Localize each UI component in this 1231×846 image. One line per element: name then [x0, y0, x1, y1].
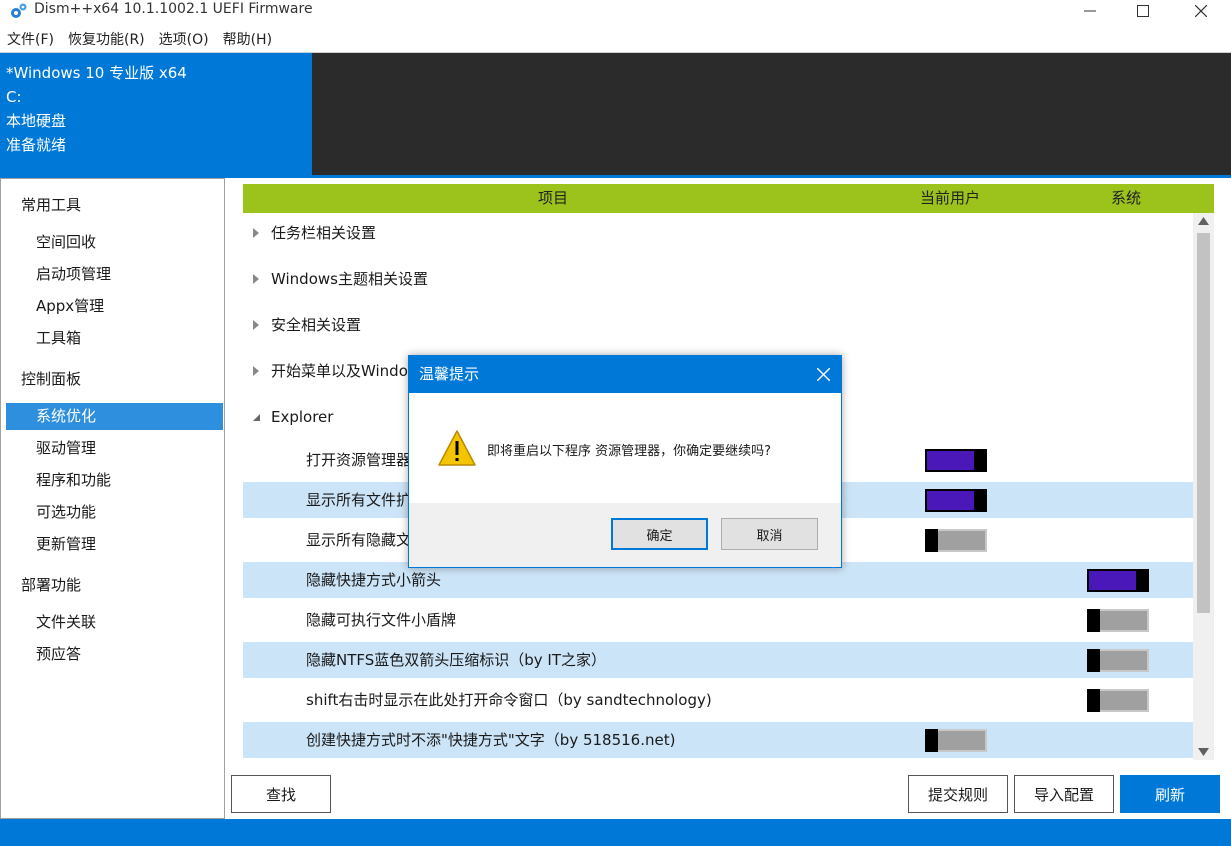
row-label: shift右击时显示在此处打开命令窗口（by sandtechnology): [306, 691, 712, 709]
menu-bar: 文件(F) 恢复功能(R) 选项(O) 帮助(H): [0, 28, 279, 52]
menu-file[interactable]: 文件(F): [0, 28, 61, 52]
toggle-switch[interactable]: [1087, 569, 1149, 592]
expand-arrow-icon[interactable]: [251, 366, 261, 376]
toggle-knob: [1087, 609, 1100, 632]
import-config-button[interactable]: 导入配置: [1014, 775, 1114, 813]
minimize-button[interactable]: [1067, 0, 1113, 22]
submit-rule-button[interactable]: 提交规则: [908, 775, 1008, 813]
status-label: 准备就绪: [6, 136, 67, 154]
expand-arrow-icon[interactable]: [251, 228, 261, 238]
table-row[interactable]: 隐藏NTFS蓝色双箭头压缩标识（by IT之家）: [243, 642, 1193, 678]
table-row[interactable]: shift右击时显示在此处打开命令窗口（by sandtechnology): [243, 682, 1193, 718]
sidebar-item-updates[interactable]: 更新管理: [6, 531, 223, 558]
toggle-knob: [1136, 569, 1149, 592]
row-label: 隐藏NTFS蓝色双箭头压缩标识（by IT之家）: [306, 651, 607, 669]
group-row-theme[interactable]: Windows主题相关设置: [243, 261, 1193, 297]
dialog-message: 即将重启以下程序 资源管理器，你确定要继续吗?: [487, 444, 772, 459]
table-header: 项目 当前用户 系统: [243, 184, 1214, 213]
menu-options[interactable]: 选项(O): [152, 28, 216, 52]
collapse-arrow-icon[interactable]: [251, 412, 261, 422]
table-row[interactable]: 隐藏可执行文件小盾牌: [243, 602, 1193, 638]
cancel-button[interactable]: 取消: [721, 518, 818, 550]
minimize-icon: [1084, 10, 1096, 12]
sidebar-item-appx[interactable]: Appx管理: [6, 293, 223, 320]
expand-arrow-icon[interactable]: [251, 320, 261, 330]
vertical-scrollbar[interactable]: [1193, 213, 1214, 760]
toggle-switch[interactable]: [925, 489, 987, 512]
expand-arrow-icon[interactable]: [251, 274, 261, 284]
sidebar: 常用工具 空间回收 启动项管理 Appx管理 工具箱 控制面板 系统优化 驱动管…: [0, 178, 225, 819]
system-info-panel[interactable]: *Windows 10 专业版 x64 C: 本地硬盘 准备就绪: [0, 53, 312, 175]
toggle-knob: [974, 489, 987, 512]
toggle-switch[interactable]: [925, 449, 987, 472]
dialog-footer: 确定 取消: [409, 503, 841, 567]
sidebar-item-programs[interactable]: 程序和功能: [6, 467, 223, 494]
toggle-switch[interactable]: [1087, 609, 1149, 632]
group-label: Explorer: [271, 408, 334, 426]
menu-restore[interactable]: 恢复功能(R): [61, 28, 152, 52]
toggle-knob: [1087, 649, 1100, 672]
close-icon: [1195, 5, 1207, 17]
sidebar-item-startup[interactable]: 启动项管理: [6, 261, 223, 288]
sidebar-group-deployment: 部署功能: [21, 576, 82, 594]
ok-button[interactable]: 确定: [611, 518, 708, 550]
menu-help[interactable]: 帮助(H): [216, 28, 279, 52]
row-label: 打开资源管理器: [306, 451, 412, 469]
sidebar-item-file-association[interactable]: 文件关联: [6, 609, 223, 636]
column-header-current-user[interactable]: 当前用户: [920, 184, 980, 213]
dialog-close-button[interactable]: [805, 356, 841, 393]
os-label: *Windows 10 专业版 x64: [6, 64, 187, 82]
sidebar-group-common-tools: 常用工具: [21, 196, 82, 214]
maximize-button[interactable]: [1120, 0, 1166, 22]
group-label: 任务栏相关设置: [271, 224, 377, 242]
toggle-switch[interactable]: [925, 729, 987, 752]
confirm-dialog: 温馨提示 即将重启以下程序 资源管理器，你确定要继续吗? 确定 取消: [408, 355, 842, 568]
scroll-up-icon[interactable]: [1198, 217, 1209, 225]
row-label: 隐藏可执行文件小盾牌: [306, 611, 457, 629]
window-title: Dism++x64 10.1.1002.1 UEFI Firmware: [34, 1, 313, 17]
table-row[interactable]: 创建快捷方式时不添"快捷方式"文字（by 518516.net): [243, 722, 1193, 758]
close-icon: [816, 368, 830, 381]
disk-type-label: 本地硬盘: [6, 112, 67, 130]
title-bar: Dism++x64 10.1.1002.1 UEFI Firmware: [0, 0, 1231, 22]
drive-label: C:: [6, 88, 22, 106]
toggle-switch[interactable]: [1087, 649, 1149, 672]
sidebar-item-toolbox[interactable]: 工具箱: [6, 325, 223, 352]
toggle-knob: [974, 449, 987, 472]
row-label: 显示所有隐藏文: [306, 531, 412, 549]
sidebar-item-space-cleanup[interactable]: 空间回收: [6, 229, 223, 256]
toggle-knob: [1087, 689, 1100, 712]
sidebar-item-answer-file[interactable]: 预应答: [6, 641, 223, 668]
group-row-taskbar[interactable]: 任务栏相关设置: [243, 215, 1193, 251]
sidebar-item-system-optimize[interactable]: 系统优化: [6, 403, 223, 430]
toggle-switch[interactable]: [1087, 689, 1149, 712]
status-bar: [0, 819, 1231, 846]
sidebar-group-control-panel: 控制面板: [21, 370, 82, 388]
toggle-knob: [925, 729, 938, 752]
sidebar-item-optional-features[interactable]: 可选功能: [6, 499, 223, 526]
scroll-thumb[interactable]: [1197, 233, 1210, 613]
row-label: 创建快捷方式时不添"快捷方式"文字（by 518516.net): [306, 731, 676, 749]
refresh-button[interactable]: 刷新: [1120, 775, 1220, 813]
group-row-security[interactable]: 安全相关设置: [243, 307, 1193, 343]
group-label: Windows主题相关设置: [271, 270, 428, 288]
gear-icon: [11, 3, 27, 18]
header-dark-area: [312, 53, 1231, 175]
dialog-title-bar: 温馨提示: [409, 356, 841, 393]
group-label: 开始菜单以及Windo: [271, 362, 408, 380]
maximize-icon: [1137, 5, 1149, 17]
toggle-knob: [925, 529, 938, 552]
toggle-switch[interactable]: [925, 529, 987, 552]
find-button[interactable]: 查找: [231, 775, 331, 813]
scroll-down-icon[interactable]: [1198, 748, 1209, 756]
sidebar-item-drivers[interactable]: 驱动管理: [6, 435, 223, 462]
close-window-button[interactable]: [1178, 0, 1224, 22]
group-label: 安全相关设置: [271, 316, 362, 334]
column-header-item[interactable]: 项目: [538, 184, 568, 213]
dialog-title: 温馨提示: [419, 365, 480, 383]
warning-icon: [438, 430, 476, 466]
column-header-system[interactable]: 系统: [1111, 184, 1141, 213]
row-label: 显示所有文件扩: [306, 491, 412, 509]
